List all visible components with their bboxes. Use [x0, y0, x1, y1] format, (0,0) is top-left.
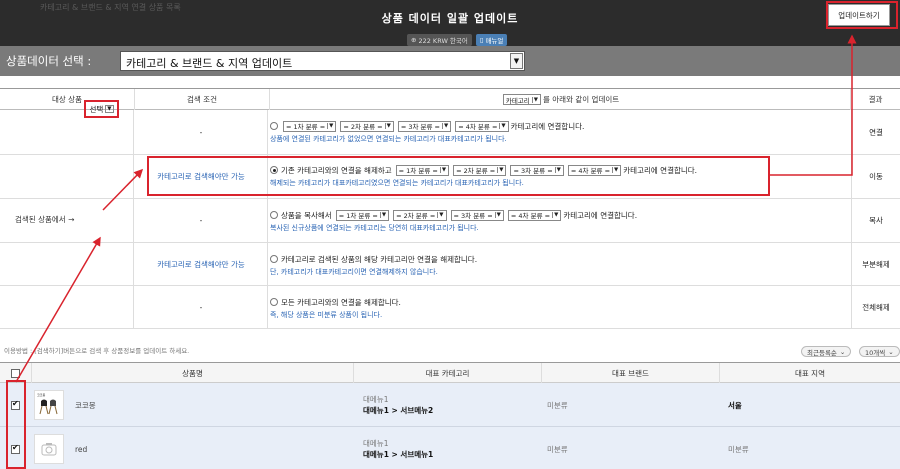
- target-select[interactable]: 선택 ▼: [84, 100, 119, 118]
- globe-icon: ⊕: [411, 36, 417, 44]
- product-category: 대메뉴1 대메뉴1 > 서브메뉴1: [363, 439, 434, 459]
- help-text: 이용방법 : [검색하기]버튼으로 검색 후 상품정보를 업데이트 하세요.: [4, 347, 190, 355]
- cat3-select[interactable]: = 3차 분류 = ▼: [450, 209, 504, 221]
- product-region: 서울: [728, 400, 742, 410]
- page-title: 상품 데이터 일괄 업데이트: [381, 12, 519, 25]
- option-row-connect: - = 1차 분류 = ▼ = 2차 분류 = ▼ = 3차 분류 = ▼ = 4차 …: [0, 110, 900, 155]
- product-thumbnail[interactable]: [34, 434, 64, 464]
- select-all-checkbox[interactable]: [11, 368, 20, 378]
- chevron-down-icon: ⌄: [888, 347, 894, 356]
- product-list-header: 상품명 대표 카테고리 대표 브랜드 대표 지역: [0, 362, 900, 383]
- manual-button[interactable]: ▯ 매뉴얼: [475, 34, 508, 46]
- camera-placeholder-icon: [41, 443, 57, 456]
- chair-thumbnail[interactable]: 코코몽: [34, 390, 64, 420]
- radio-copy[interactable]: [270, 211, 278, 219]
- header-action: 카테고리 ▼ 를 아래와 같이 업데이트: [270, 89, 851, 110]
- radio-full-release[interactable]: [270, 298, 278, 306]
- header-product-name: 상품명: [32, 363, 354, 383]
- chevron-down-icon: ▼: [531, 96, 538, 103]
- header-region: 대표 지역: [795, 368, 825, 378]
- currency-language-pill[interactable]: ⊕ 222 KRW 한국어: [407, 34, 472, 46]
- option-row-copy: - 상품을 복사해서 = 1차 분류 = ▼ = 2차 분류 = ▼ = 3차 분류…: [0, 199, 900, 243]
- category-type-select[interactable]: 카테고리 ▼: [502, 94, 541, 105]
- product-region: 미분류: [728, 444, 749, 454]
- product-data-selector-bar: 상품데이터 선택 : 카테고리 & 브랜드 & 지역 업데이트 ▼: [0, 46, 900, 76]
- header-category: 대표 카테고리: [354, 363, 542, 383]
- table-header: 대상 상품 검색 조건 카테고리 ▼ 를 아래와 같이 업데이트 결과: [0, 88, 900, 110]
- header-condition: 검색 조건: [135, 89, 270, 110]
- product-name[interactable]: 코코몽: [75, 383, 96, 427]
- chevron-down-icon: ⌄: [839, 347, 846, 356]
- option-row-partial-release: 카테고리로 검색해야만 가능 카테고리로 검색된 상품의 해당 카테고리만 연결…: [0, 243, 900, 286]
- product-category: 대메뉴1 대메뉴1 > 서브메뉴2: [363, 395, 434, 415]
- cat1-select[interactable]: = 1차 분류 = ▼: [335, 209, 390, 221]
- radio-connect[interactable]: [270, 122, 278, 130]
- cat2-select[interactable]: = 2차 분류 = ▼: [393, 209, 447, 221]
- radio-partial-release[interactable]: [270, 255, 278, 263]
- cat1-select[interactable]: = 1차 분류 = ▼: [283, 120, 337, 132]
- selector-label: 상품데이터 선택 :: [6, 54, 92, 68]
- svg-text:코코몽: 코코몽: [37, 393, 46, 397]
- product-brand: 미분류: [547, 400, 568, 410]
- page-header: 카테고리 & 브랜드 & 지역 연결 상품 목록 상품 데이터 일괄 업데이트 …: [0, 0, 900, 34]
- header-brand: 대표 브랜드: [542, 363, 720, 383]
- annotation-box-checkboxes: [6, 380, 26, 469]
- table-row: 코코몽 코코몽 대메뉴1 대메뉴1 > 서브메뉴2 미분류 서울: [0, 383, 900, 427]
- cat4-select[interactable]: = 4차 분류 = ▼: [455, 120, 509, 132]
- chevron-down-icon: ▼: [510, 53, 523, 69]
- sort-order-select[interactable]: 최근등록순 ⌄: [801, 346, 852, 357]
- cat4-select[interactable]: = 4차 분류 = ▼: [507, 209, 562, 221]
- table-row: red 대메뉴1 대메뉴1 > 서브메뉴1 미분류 미분류: [0, 427, 900, 469]
- product-brand: 미분류: [547, 444, 568, 454]
- cat2-select[interactable]: = 2차 분류 = ▼: [340, 120, 394, 132]
- option-row-full-release: - 모든 카테고리와의 연결을 해제합니다. 즉, 해당 상품은 미분류 상품이…: [0, 286, 900, 329]
- product-data-select[interactable]: 카테고리 & 브랜드 & 지역 업데이트 ▼: [120, 51, 525, 71]
- book-icon: ▯: [479, 36, 484, 44]
- product-name[interactable]: red: [75, 427, 87, 469]
- chair-icon: 코코몽: [37, 393, 58, 415]
- page-size-select[interactable]: 10개씩 ⌄: [859, 346, 900, 357]
- annotation-box-update-button: [826, 1, 898, 29]
- target-products-cell: 검색된 상품에서 →: [0, 110, 134, 329]
- target-label: 검색된 상품에서 →: [15, 215, 75, 224]
- header-result: 결과: [868, 95, 883, 104]
- chevron-down-icon: ▼: [105, 105, 114, 113]
- header-subbar: ⊕ 222 KRW 한국어 ▯ 매뉴얼: [0, 34, 900, 46]
- cat3-select[interactable]: = 3차 분류 = ▼: [397, 120, 452, 132]
- annotation-box-move-row: [147, 156, 770, 196]
